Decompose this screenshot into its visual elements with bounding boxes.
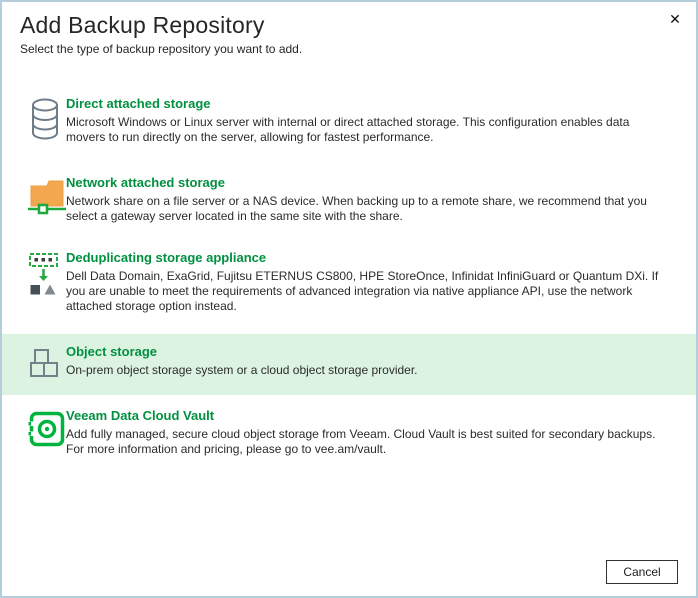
repository-type-list: Direct attached storage Microsoft Window… [2, 96, 696, 457]
option-title: Veeam Data Cloud Vault [66, 408, 670, 423]
option-description: Microsoft Windows or Linux server with i… [66, 115, 670, 145]
add-backup-repository-dialog: ✕ Add Backup Repository Select the type … [0, 0, 698, 598]
object-storage-icon [28, 346, 66, 385]
option-direct-attached-storage[interactable]: Direct attached storage Microsoft Window… [2, 96, 696, 145]
nas-folder-icon [28, 177, 66, 220]
cancel-button[interactable]: Cancel [606, 560, 678, 584]
page-title: Add Backup Repository [20, 12, 676, 39]
option-veeam-data-cloud-vault[interactable]: Veeam Data Cloud Vault Add fully managed… [2, 408, 696, 457]
option-title: Deduplicating storage appliance [66, 250, 670, 265]
dedupe-appliance-icon [28, 252, 66, 301]
option-object-storage[interactable]: Object storage On-prem object storage sy… [2, 334, 696, 395]
option-description: Add fully managed, secure cloud object s… [66, 427, 670, 457]
option-title: Network attached storage [66, 175, 670, 190]
vault-icon [28, 410, 66, 453]
option-title: Direct attached storage [66, 96, 670, 111]
dialog-header: Add Backup Repository Select the type of… [2, 2, 696, 56]
close-icon[interactable]: ✕ [664, 8, 686, 30]
option-network-attached-storage[interactable]: Network attached storage Network share o… [2, 175, 696, 224]
option-deduplicating-storage-appliance[interactable]: Deduplicating storage appliance Dell Dat… [2, 250, 696, 314]
option-description: Network share on a file server or a NAS … [66, 194, 670, 224]
database-icon [28, 98, 66, 145]
page-subtitle: Select the type of backup repository you… [20, 42, 676, 56]
option-description: On-prem object storage system or a cloud… [66, 363, 418, 378]
option-description: Dell Data Domain, ExaGrid, Fujitsu ETERN… [66, 269, 670, 314]
option-title: Object storage [66, 344, 418, 359]
